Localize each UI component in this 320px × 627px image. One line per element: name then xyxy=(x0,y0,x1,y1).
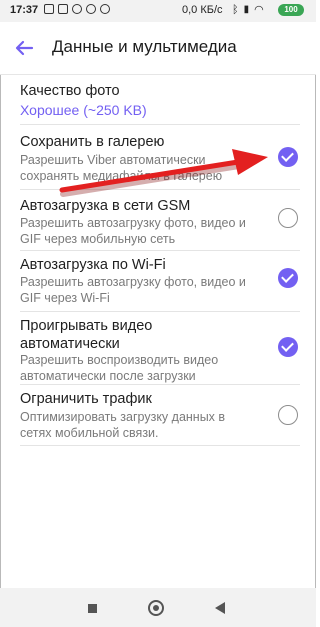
photo-quality-value: Хорошее (~250 KB) xyxy=(20,102,147,118)
description-line: автоматически после загрузки xyxy=(20,369,196,383)
status-bar: 17:37 0,0 КБ/с ᛒ ▮ ◠ 100 xyxy=(0,0,316,22)
setting-title: Качество фото xyxy=(20,83,120,99)
wifi-icon: ◠ xyxy=(254,4,264,16)
autoload-wifi-checkbox[interactable] xyxy=(278,268,298,288)
title-line: Проигрывать видео xyxy=(20,318,153,334)
description-line: GIF через Wi-Fi xyxy=(20,291,110,305)
setting-autoplay-video[interactable]: Проигрывать видео автоматически Разрешит… xyxy=(0,312,316,384)
setting-autoload-wifi[interactable]: Автозагрузка по Wi-Fi Разрешить автозагр… xyxy=(0,251,316,311)
autoload-gsm-checkbox[interactable] xyxy=(278,208,298,228)
description-line: сетях мобильной связи. xyxy=(20,426,159,440)
setting-save-to-gallery[interactable]: Сохранить в галерею Разрешить Viber авто… xyxy=(0,125,316,189)
page-title: Данные и мультимедиа xyxy=(52,37,237,56)
setting-description: Разрешить воспроизводить видео автоматич… xyxy=(20,352,260,384)
limit-traffic-checkbox[interactable] xyxy=(278,405,298,425)
setting-title: Автозагрузка в сети GSM xyxy=(20,198,191,214)
setting-description: Разрешить автозагрузку фото, видео и GIF… xyxy=(20,274,260,306)
signal-icon: ▮ xyxy=(243,4,250,15)
message-icon xyxy=(58,4,68,14)
arrow-left-icon[interactable] xyxy=(12,36,36,60)
description-line: сохранять медиафайлы в галерею xyxy=(20,169,223,183)
autoplay-video-checkbox[interactable] xyxy=(278,337,298,357)
setting-description: Оптимизировать загрузку данных в сетях м… xyxy=(20,409,260,441)
setting-title: Ограничить трафик xyxy=(20,391,152,407)
system-icons: ᛒ ▮ ◠ xyxy=(232,3,264,17)
navigation-bar xyxy=(0,588,316,627)
setting-description: Разрешить автозагрузку фото, видео и GIF… xyxy=(20,215,260,247)
divider xyxy=(20,445,300,446)
app-bar: Данные и мультимедиа xyxy=(0,22,316,75)
settings-icon xyxy=(72,4,82,14)
save-to-gallery-checkbox[interactable] xyxy=(278,147,298,167)
recent-apps-icon[interactable] xyxy=(88,604,97,613)
setting-photo-quality[interactable]: Качество фото Хорошее (~250 KB) xyxy=(0,75,316,123)
gallery-icon xyxy=(44,4,54,14)
description-line: GIF через мобильную сеть xyxy=(20,232,176,246)
network-speed: 0,0 КБ/с xyxy=(182,4,223,16)
setting-description: Разрешить Viber автоматически сохранять … xyxy=(20,152,260,184)
status-time: 17:37 xyxy=(10,4,39,16)
setting-title: Автозагрузка по Wi-Fi xyxy=(20,257,166,273)
back-icon[interactable] xyxy=(215,602,225,614)
description-line: Разрешить воспроизводить видео xyxy=(20,353,219,367)
description-line: Разрешить автозагрузку фото, видео и xyxy=(20,216,246,230)
description-line: Разрешить Viber автоматически xyxy=(20,153,206,167)
notification-icons xyxy=(44,4,110,14)
setting-title: Сохранить в галерею xyxy=(20,134,165,150)
battery-badge: 100 xyxy=(278,4,304,16)
description-line: Разрешить автозагрузку фото, видео и xyxy=(20,275,246,289)
viber-icon xyxy=(100,4,110,14)
setting-limit-traffic[interactable]: Ограничить трафик Оптимизировать загрузк… xyxy=(0,385,316,445)
settings-icon-2 xyxy=(86,4,96,14)
title-line: автоматически xyxy=(20,336,120,352)
bluetooth-icon: ᛒ xyxy=(232,3,239,16)
setting-title: Проигрывать видео автоматически xyxy=(20,317,152,353)
home-icon[interactable] xyxy=(148,600,164,616)
description-line: Оптимизировать загрузку данных в xyxy=(20,410,226,424)
setting-autoload-gsm[interactable]: Автозагрузка в сети GSM Разрешить автоза… xyxy=(0,190,316,250)
